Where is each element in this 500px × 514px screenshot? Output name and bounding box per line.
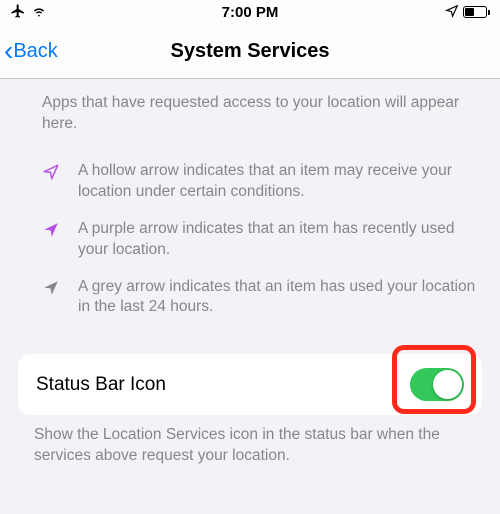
location-icon — [445, 4, 459, 21]
page-title: System Services — [170, 40, 329, 63]
status-right — [445, 4, 490, 21]
legend-hollow: A hollow arrow indicates that an item ma… — [0, 153, 500, 211]
status-bar-icon-label: Status Bar Icon — [36, 374, 166, 396]
battery-icon — [463, 6, 490, 18]
airplane-icon — [10, 3, 26, 22]
legend-grey-text: A grey arrow indicates that an item has … — [78, 277, 480, 319]
legend-purple-text: A purple arrow indicates that an item ha… — [78, 219, 480, 261]
back-button[interactable]: ‹ Back — [0, 37, 58, 65]
back-label: Back — [13, 40, 57, 63]
status-bar-icon-toggle[interactable] — [410, 368, 464, 401]
chevron-left-icon: ‹ — [4, 37, 13, 65]
legend-hollow-text: A hollow arrow indicates that an item ma… — [78, 161, 480, 203]
legend-purple: A purple arrow indicates that an item ha… — [0, 211, 500, 269]
toggle-knob — [433, 370, 462, 399]
location-arrow-hollow-icon — [42, 161, 64, 203]
nav-bar: ‹ Back System Services — [0, 24, 500, 79]
footer-text: Show the Location Services icon in the s… — [0, 415, 500, 467]
legend-grey: A grey arrow indicates that an item has … — [0, 269, 500, 327]
wifi-icon — [30, 4, 48, 21]
location-arrow-grey-icon — [42, 277, 64, 319]
intro-text: Apps that have requested access to your … — [0, 79, 500, 153]
status-time: 7:00 PM — [222, 4, 279, 21]
settings-group: Status Bar Icon — [0, 354, 500, 415]
status-bar-icon-row: Status Bar Icon — [18, 354, 482, 415]
status-left — [10, 3, 48, 22]
status-bar: 7:00 PM — [0, 0, 500, 24]
location-arrow-purple-icon — [42, 219, 64, 261]
content: Apps that have requested access to your … — [0, 79, 500, 467]
